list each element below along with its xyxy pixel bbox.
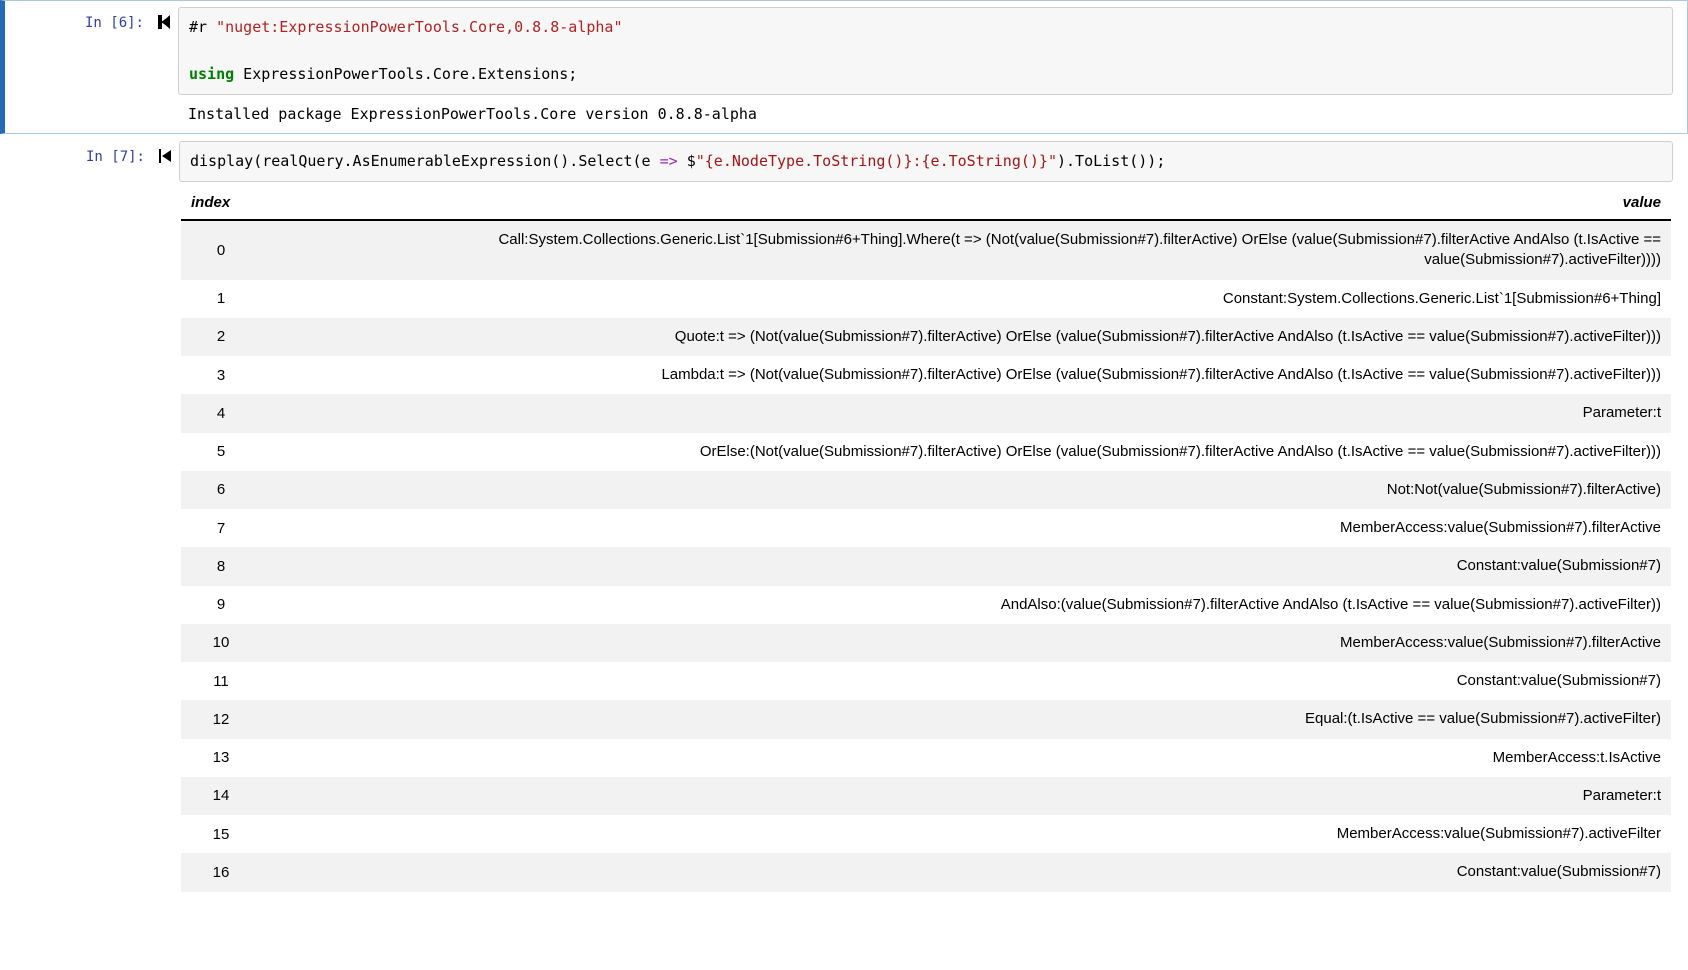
row-value: AndAlso:(value(Submission#7).filterActiv… <box>261 586 1671 624</box>
table-row: 11Constant:value(Submission#7) <box>181 662 1671 700</box>
row-index: 16 <box>181 853 261 891</box>
row-index: 6 <box>181 471 261 509</box>
prompt-label: In [6]: <box>5 7 150 127</box>
col-header-index: index <box>181 188 261 220</box>
table-row: 5OrElse:(Not(value(Submission#7).filterA… <box>181 433 1671 471</box>
table-row: 6Not:Not(value(Submission#7).filterActiv… <box>181 471 1671 509</box>
prompt-label: In [7]: <box>1 141 151 912</box>
run-cell-icon[interactable] <box>159 149 171 166</box>
row-value: OrElse:(Not(value(Submission#7).filterAc… <box>261 433 1671 471</box>
code-cell-6[interactable]: In [6]: #r "nuget:ExpressionPowerTools.C… <box>0 0 1688 134</box>
row-index: 10 <box>181 624 261 662</box>
row-value: Constant:value(Submission#7) <box>261 547 1671 585</box>
row-index: 2 <box>181 318 261 356</box>
table-row: 13MemberAccess:t.IsActive <box>181 739 1671 777</box>
table-row: 0Call:System.Collections.Generic.List`1[… <box>181 220 1671 280</box>
row-value: Constant:value(Submission#7) <box>261 662 1671 700</box>
row-value: Parameter:t <box>261 777 1671 815</box>
row-index: 7 <box>181 509 261 547</box>
table-row: 15MemberAccess:value(Submission#7).activ… <box>181 815 1671 853</box>
row-value: Equal:(t.IsActive == value(Submission#7)… <box>261 700 1671 738</box>
row-value: Constant:value(Submission#7) <box>261 853 1671 891</box>
row-value: MemberAccess:t.IsActive <box>261 739 1671 777</box>
row-value: Not:Not(value(Submission#7).filterActive… <box>261 471 1671 509</box>
table-row: 2Quote:t => (Not(value(Submission#7).fil… <box>181 318 1671 356</box>
cell-output-text: Installed package ExpressionPowerTools.C… <box>178 95 1673 127</box>
notebook: In [6]: #r "nuget:ExpressionPowerTools.C… <box>0 0 1688 919</box>
cell-output-table: index value 0Call:System.Collections.Gen… <box>179 182 1673 912</box>
row-index: 1 <box>181 280 261 318</box>
table-row: 7MemberAccess:value(Submission#7).filter… <box>181 509 1671 547</box>
row-index: 13 <box>181 739 261 777</box>
code-cell-7[interactable]: In [7]: display(realQuery.AsEnumerableEx… <box>0 134 1688 919</box>
row-value: Quote:t => (Not(value(Submission#7).filt… <box>261 318 1671 356</box>
row-index: 8 <box>181 547 261 585</box>
table-row: 10MemberAccess:value(Submission#7).filte… <box>181 624 1671 662</box>
col-header-value: value <box>261 188 1671 220</box>
row-value: Constant:System.Collections.Generic.List… <box>261 280 1671 318</box>
table-row: 16Constant:value(Submission#7) <box>181 853 1671 891</box>
row-index: 14 <box>181 777 261 815</box>
table-row: 14Parameter:t <box>181 777 1671 815</box>
table-row: 3Lambda:t => (Not(value(Submission#7).fi… <box>181 356 1671 394</box>
result-table: index value 0Call:System.Collections.Gen… <box>181 188 1671 892</box>
table-row: 9AndAlso:(value(Submission#7).filterActi… <box>181 586 1671 624</box>
table-row: 1Constant:System.Collections.Generic.Lis… <box>181 280 1671 318</box>
row-value: Lambda:t => (Not(value(Submission#7).fil… <box>261 356 1671 394</box>
row-index: 3 <box>181 356 261 394</box>
row-value: MemberAccess:value(Submission#7).filterA… <box>261 624 1671 662</box>
table-row: 8Constant:value(Submission#7) <box>181 547 1671 585</box>
row-index: 11 <box>181 662 261 700</box>
code-input[interactable]: #r "nuget:ExpressionPowerTools.Core,0.8.… <box>178 7 1673 95</box>
row-index: 15 <box>181 815 261 853</box>
table-row: 12Equal:(t.IsActive == value(Submission#… <box>181 700 1671 738</box>
row-index: 5 <box>181 433 261 471</box>
row-index: 0 <box>181 220 261 280</box>
code-input[interactable]: display(realQuery.AsEnumerableExpression… <box>179 141 1673 182</box>
row-value: Call:System.Collections.Generic.List`1[S… <box>261 220 1671 280</box>
row-index: 12 <box>181 700 261 738</box>
row-value: MemberAccess:value(Submission#7).activeF… <box>261 815 1671 853</box>
row-value: MemberAccess:value(Submission#7).filterA… <box>261 509 1671 547</box>
table-row: 4Parameter:t <box>181 394 1671 432</box>
row-index: 4 <box>181 394 261 432</box>
row-index: 9 <box>181 586 261 624</box>
row-value: Parameter:t <box>261 394 1671 432</box>
run-cell-icon[interactable] <box>158 15 170 32</box>
